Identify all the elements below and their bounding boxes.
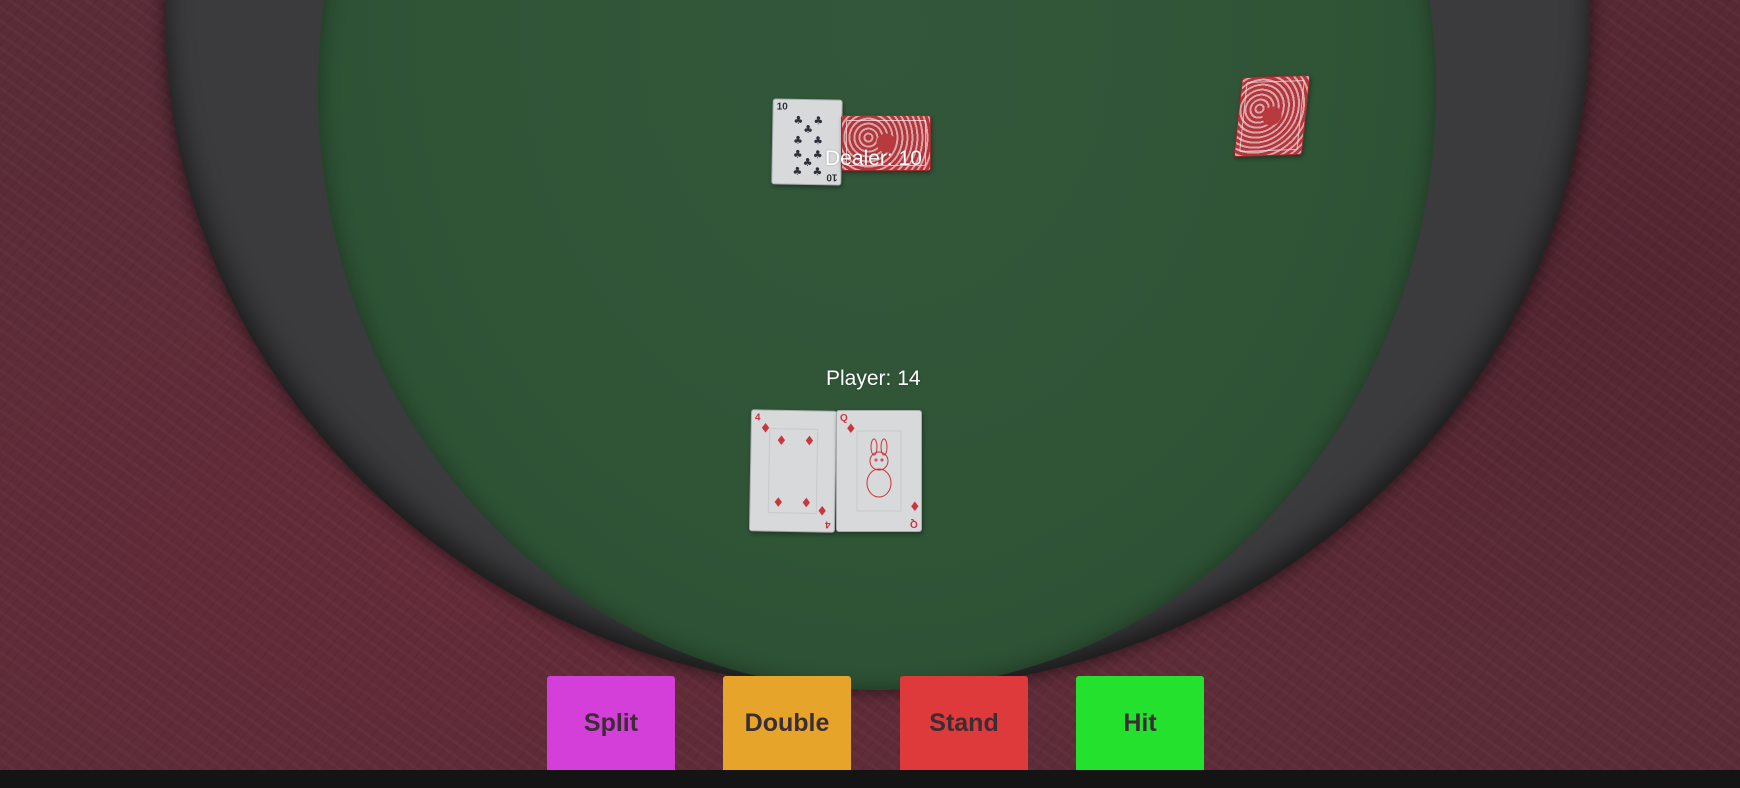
stand-button[interactable]: Stand [900,676,1028,770]
svg-text:♣: ♣ [803,123,813,136]
player-card-1: 4 4 ♦ ♦ ♦ ♦ ♦ ♦ [748,409,838,533]
split-button[interactable]: Split [547,676,675,770]
svg-text:♦: ♦ [816,504,828,519]
svg-text:♣: ♣ [792,165,802,178]
svg-text:♣: ♣ [813,148,823,161]
svg-text:♦: ♦ [800,496,812,511]
dealer-card-1: 10 10 ♣ ♣ ♣ ♣ ♣ ♣ ♣ ♣ ♣ ♣ [771,98,843,186]
svg-text:♦: ♦ [909,500,921,515]
game-scene: 10 10 ♣ ♣ ♣ ♣ ♣ ♣ ♣ ♣ ♣ ♣ Dealer: 10 Player:… [0,0,1740,788]
svg-text:♦: ♦ [775,434,787,449]
deck-card[interactable] [1233,74,1311,158]
card-back-pattern [1239,80,1305,152]
svg-text:♦: ♦ [803,434,815,449]
svg-text:♣: ♣ [793,114,803,127]
hit-button[interactable]: Hit [1076,676,1204,770]
dealer-score-label: Dealer: 10 [825,147,922,170]
svg-text:♣: ♣ [793,148,803,161]
player-score-label: Player: 14 [826,367,921,390]
svg-text:♦: ♦ [845,422,857,437]
svg-text:♦: ♦ [760,421,772,436]
svg-text:♣: ♣ [793,134,803,147]
svg-text:♣: ♣ [813,114,823,127]
queen-bunny-icon: ♦ ♦ [845,422,921,515]
svg-text:♣: ♣ [812,165,822,178]
player-card-2: Q Q ♦ ♦ [836,410,922,532]
double-button[interactable]: Double [723,676,851,770]
bottom-bar [0,770,1740,788]
club-icon: ♣ ♣ ♣ ♣ ♣ ♣ ♣ ♣ ♣ ♣ [792,114,823,179]
svg-text:♣: ♣ [803,156,813,169]
svg-text:♣: ♣ [813,134,823,147]
diamond-icon: ♦ ♦ ♦ ♦ ♦ ♦ [760,421,828,519]
svg-text:♦: ♦ [772,496,784,511]
